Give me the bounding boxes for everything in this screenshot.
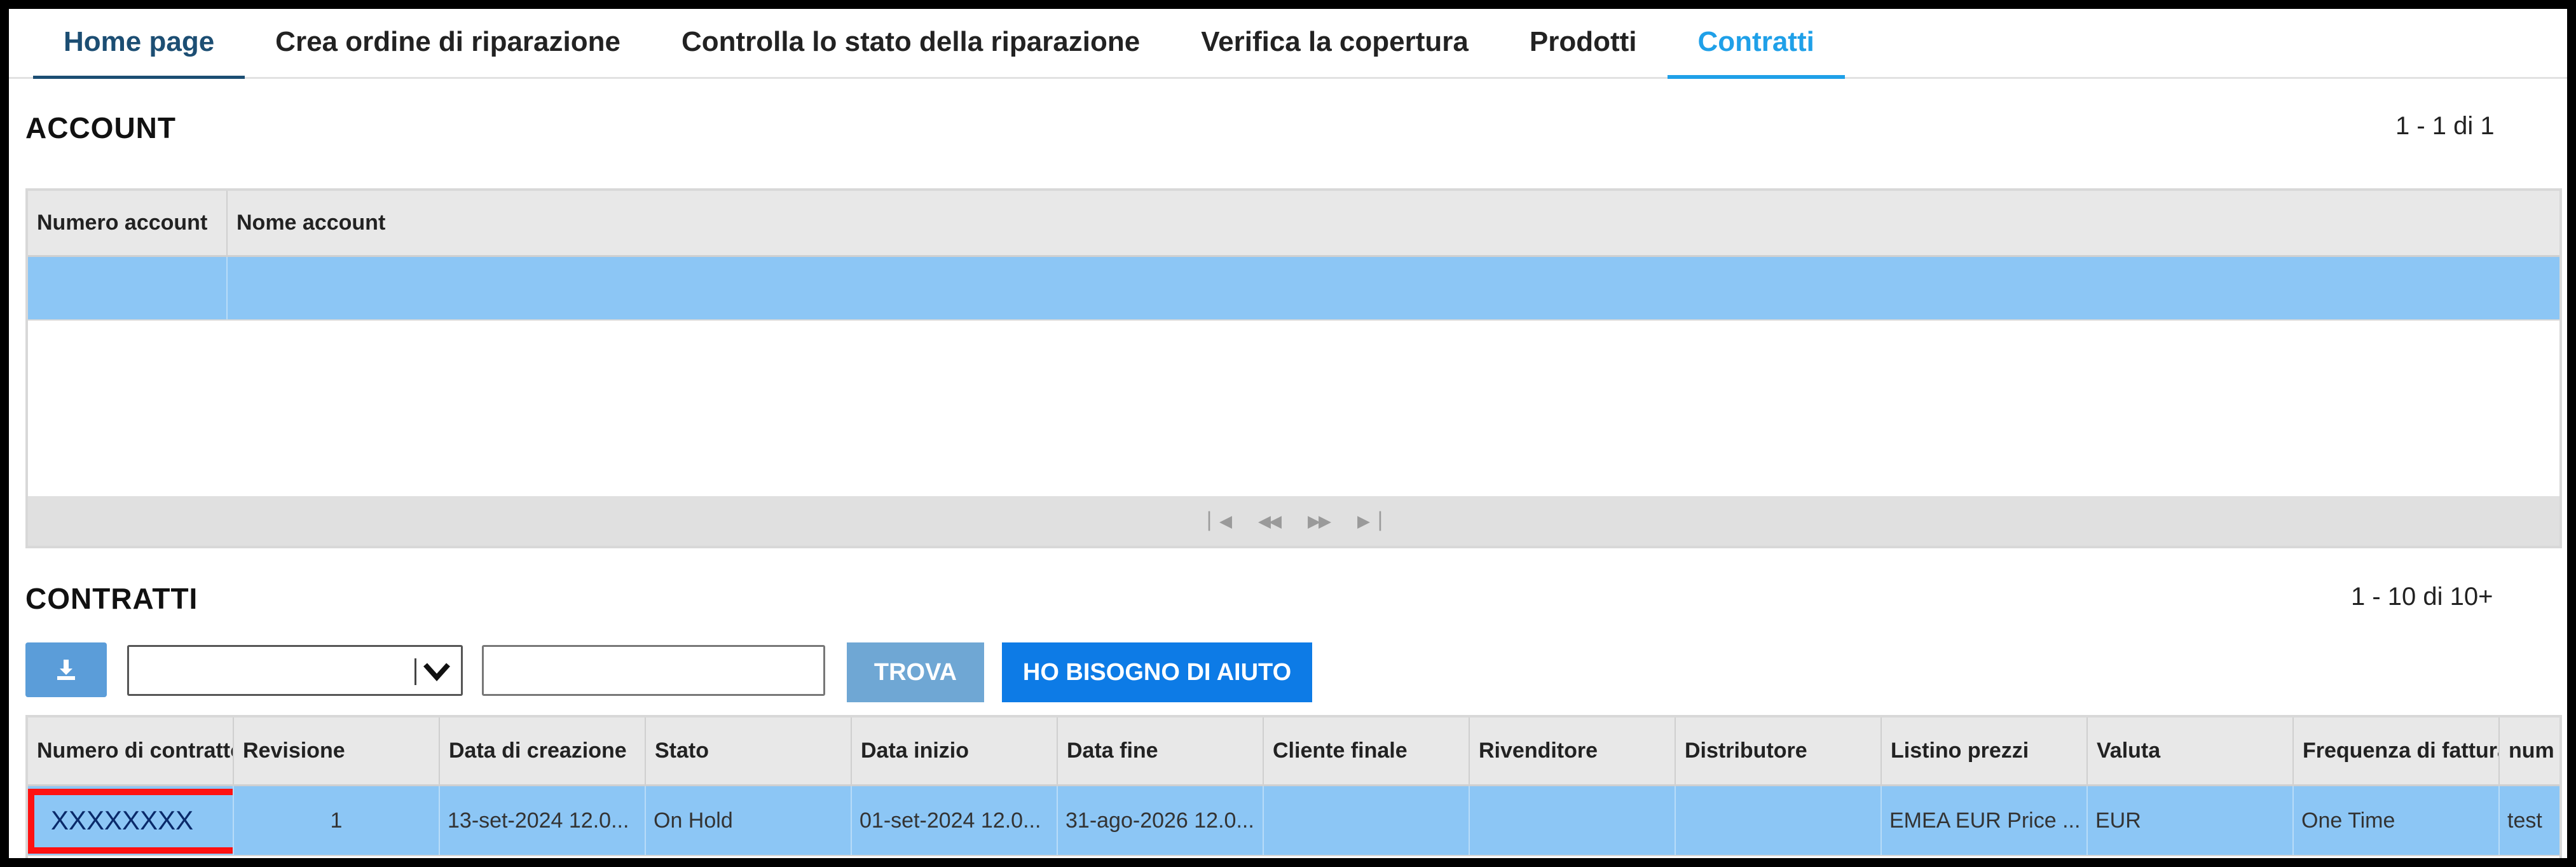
download-button[interactable] [25,642,107,697]
col-data-inizio[interactable]: Data inizio [852,718,1058,784]
price-list-cell: EMEA EUR Price ... [1882,786,2088,855]
chevron-down-icon [423,663,450,681]
tab-prodotti[interactable]: Prodotti [1499,9,1668,77]
col-nome-account[interactable]: Nome account [228,191,2559,255]
num-cell: test [2507,808,2542,833]
created-cell: 13-set-2024 12.0... [440,786,646,855]
tab-verifica-copertura[interactable]: Verifica la copertura [1170,9,1499,77]
col-distributore[interactable]: Distributore [1676,718,1882,784]
tab-crea-ordine[interactable]: Crea ordine di riparazione [245,9,651,77]
col-cliente-finale[interactable]: Cliente finale [1264,718,1470,784]
tab-home-page[interactable]: Home page [33,9,245,79]
col-rivenditore[interactable]: Rivenditore [1470,718,1676,784]
col-data-creazione[interactable]: Data di creazione [440,718,646,784]
contracts-grid: Numero di contratto Revisione Data di cr… [25,715,2562,858]
account-row[interactable] [28,257,2559,321]
col-stato[interactable]: Stato [646,718,852,784]
contracts-pager-text: 1 - 10 di 10+ [2351,583,2493,611]
start-date-cell: 01-set-2024 12.0... [852,786,1058,855]
prev-page-icon[interactable]: ◀◀ [1258,511,1282,531]
contract-number-cell: XXXXXXXX [28,786,234,855]
col-numero-contratto[interactable]: Numero di contratto [28,718,234,784]
contract-number-link[interactable]: XXXXXXXX [28,805,193,836]
account-name-cell [228,257,2559,319]
account-grid: Numero account Nome account ▏◀ ◀◀ ▶▶ ▶▕ [25,188,2562,548]
account-number-cell [28,257,228,319]
distributor-cell [1676,786,1882,855]
col-num[interactable]: num [2500,718,2559,784]
select-divider [414,658,416,685]
col-listino-prezzi[interactable]: Listino prezzi [1882,718,2088,784]
end-date-cell: 31-ago-2026 12.0... [1058,786,1264,855]
find-button[interactable]: TROVA [847,642,984,702]
tab-contratti[interactable]: Contratti [1667,9,1846,79]
col-data-fine[interactable]: Data fine [1058,718,1264,784]
next-page-icon[interactable]: ▶▶ [1308,511,1331,531]
help-button[interactable]: HO BISOGNO DI AIUTO [1002,642,1312,702]
account-pager-text: 1 - 1 di 1 [2395,112,2495,140]
contracts-section-title: CONTRATTI [25,582,198,615]
contracts-grid-header: Numero di contratto Revisione Data di cr… [28,718,2559,786]
filter-select[interactable] [127,645,463,696]
col-numero-account[interactable]: Numero account [28,191,228,255]
col-frequenza-fatturazione[interactable]: Frequenza di fatturazione [2294,718,2500,784]
end-customer-cell [1264,786,1470,855]
search-input[interactable] [482,645,825,696]
status-cell: On Hold [646,786,852,855]
reseller-cell [1470,786,1676,855]
revision-cell: 1 [234,786,440,855]
col-revisione[interactable]: Revisione [234,718,440,784]
col-valuta[interactable]: Valuta [2088,718,2294,784]
top-nav: Home page Crea ordine di riparazione Con… [9,9,2567,79]
first-page-icon[interactable]: ▏◀ [1209,511,1232,531]
last-page-icon[interactable]: ▶▕ [1357,511,1381,531]
account-pager-bar: ▏◀ ◀◀ ▶▶ ▶▕ [28,496,2559,546]
currency-cell: EUR [2088,786,2294,855]
billing-frequency-cell: One Time [2294,786,2500,855]
account-grid-header: Numero account Nome account [28,191,2559,257]
account-section-title: ACCOUNT [25,111,176,144]
contract-row[interactable]: XXXXXXXX 1 13-set-2024 12.0... On Hold 0… [28,786,2559,856]
tab-controlla-stato[interactable]: Controlla lo stato della riparazione [651,9,1170,77]
app-frame: Home page Crea ordine di riparazione Con… [9,9,2567,858]
download-icon [57,660,75,680]
